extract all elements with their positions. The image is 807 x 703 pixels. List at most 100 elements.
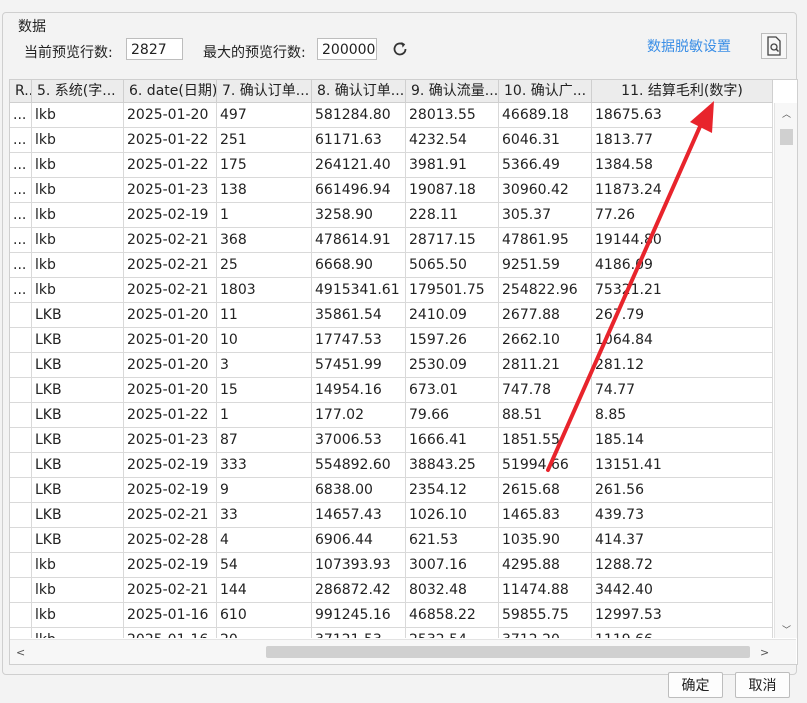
table-row[interactable]: ... lkb 2025-01-20 497 581284.80 28013.55 4668… (10, 103, 773, 128)
horizontal-scrollbar[interactable]: < > (10, 639, 796, 664)
table-cell[interactable]: 1666.41 (406, 428, 499, 452)
table-cell[interactable]: ... (10, 128, 32, 152)
table-cell[interactable]: 610 (217, 603, 312, 627)
table-row[interactable]: lkb 2025-02-19 54 107393.93 3007.16 4295.88 12… (10, 553, 773, 578)
table-cell[interactable]: 3442.40 (592, 578, 773, 602)
table-cell[interactable] (10, 578, 32, 602)
table-cell[interactable]: ... (10, 178, 32, 202)
table-cell[interactable]: 12997.53 (592, 603, 773, 627)
table-cell[interactable]: ... (10, 103, 32, 127)
table-cell[interactable]: 138 (217, 178, 312, 202)
table-cell[interactable] (10, 378, 32, 402)
table-cell[interactable]: 59855.75 (499, 603, 592, 627)
table-cell[interactable]: 261.56 (592, 478, 773, 502)
table-cell[interactable] (10, 353, 32, 377)
table-cell[interactable] (10, 503, 32, 527)
table-cell[interactable]: lkb (32, 228, 124, 252)
table-cell[interactable]: LKB (32, 428, 124, 452)
refresh-icon[interactable] (390, 39, 410, 59)
table-cell[interactable]: 3007.16 (406, 553, 499, 577)
table-cell[interactable]: 251 (217, 128, 312, 152)
table-cell[interactable]: 2025-01-22 (124, 153, 217, 177)
table-cell[interactable]: 10 (217, 328, 312, 352)
cancel-button[interactable]: 取消 (735, 672, 790, 698)
table-cell[interactable]: 2025-01-20 (124, 303, 217, 327)
scroll-down-icon[interactable]: ﹀ (782, 623, 791, 636)
table-cell[interactable]: 2530.09 (406, 353, 499, 377)
table-cell[interactable]: 79.66 (406, 403, 499, 427)
column-header[interactable]: 10. 确认广... (499, 80, 592, 102)
table-cell[interactable]: LKB (32, 403, 124, 427)
table-cell[interactable]: 2677.88 (499, 303, 592, 327)
table-cell[interactable]: 15 (217, 378, 312, 402)
table-cell[interactable]: LKB (32, 453, 124, 477)
table-cell[interactable]: lkb (32, 628, 124, 638)
table-cell[interactable]: 661496.94 (312, 178, 406, 202)
table-cell[interactable]: 4295.88 (499, 553, 592, 577)
table-cell[interactable] (10, 303, 32, 327)
table-cell[interactable] (10, 553, 32, 577)
table-row[interactable]: ... lkb 2025-02-21 368 478614.91 28717.15 4786… (10, 228, 773, 253)
table-row[interactable]: LKB 2025-01-20 11 35861.54 2410.09 2677.88 267… (10, 303, 773, 328)
table-cell[interactable]: 286872.42 (312, 578, 406, 602)
table-cell[interactable]: 2811.21 (499, 353, 592, 377)
table-cell[interactable]: 1026.10 (406, 503, 499, 527)
table-cell[interactable]: lkb (32, 603, 124, 627)
column-header[interactable]: 11. 结算毛利(数字) (592, 80, 773, 102)
table-cell[interactable]: 2025-01-20 (124, 328, 217, 352)
table-cell[interactable]: 1813.77 (592, 128, 773, 152)
table-cell[interactable]: 88.51 (499, 403, 592, 427)
table-cell[interactable]: 14954.16 (312, 378, 406, 402)
table-row[interactable]: ... lkb 2025-01-23 138 661496.94 19087.18 3096… (10, 178, 773, 203)
table-cell[interactable]: 175 (217, 153, 312, 177)
table-cell[interactable]: 2662.10 (499, 328, 592, 352)
table-row[interactable]: ... lkb 2025-02-21 1803 4915341.61 179501.75 2… (10, 278, 773, 303)
table-row[interactable]: lkb2025-01-162037121.532532.543712.20111… (10, 628, 773, 638)
table-cell[interactable]: 37121.53 (312, 628, 406, 638)
table-cell[interactable]: 4915341.61 (312, 278, 406, 302)
table-cell[interactable]: 28717.15 (406, 228, 499, 252)
table-cell[interactable]: 17747.53 (312, 328, 406, 352)
table-cell[interactable]: 20 (217, 628, 312, 638)
table-row[interactable]: LKB 2025-01-23 87 37006.53 1666.41 1851.55 185… (10, 428, 773, 453)
table-cell[interactable]: 2025-01-22 (124, 403, 217, 427)
table-cell[interactable]: 18675.63 (592, 103, 773, 127)
table-row[interactable]: LKB 2025-01-22 1 177.02 79.66 88.51 8.85 (10, 403, 773, 428)
table-cell[interactable]: LKB (32, 528, 124, 552)
table-cell[interactable]: 254822.96 (499, 278, 592, 302)
table-cell[interactable]: LKB (32, 378, 124, 402)
table-cell[interactable]: 2025-02-21 (124, 278, 217, 302)
table-cell[interactable]: 554892.60 (312, 453, 406, 477)
column-header[interactable]: R... (10, 80, 32, 102)
table-row[interactable]: ... lkb 2025-01-22 175 264121.40 3981.91 5366.… (10, 153, 773, 178)
table-cell[interactable]: 1288.72 (592, 553, 773, 577)
table-cell[interactable]: 2354.12 (406, 478, 499, 502)
table-cell[interactable]: 2025-02-19 (124, 478, 217, 502)
table-cell[interactable]: 9251.59 (499, 253, 592, 277)
table-cell[interactable]: 478614.91 (312, 228, 406, 252)
table-cell[interactable]: 46689.18 (499, 103, 592, 127)
table-cell[interactable]: 4186.09 (592, 253, 773, 277)
table-cell[interactable]: lkb (32, 553, 124, 577)
table-row[interactable]: LKB 2025-02-21 33 14657.43 1026.10 1465.83 439… (10, 503, 773, 528)
table-cell[interactable]: 6838.00 (312, 478, 406, 502)
table-cell[interactable]: 1035.90 (499, 528, 592, 552)
table-cell[interactable]: 46858.22 (406, 603, 499, 627)
table-cell[interactable]: 497 (217, 103, 312, 127)
current-rows-field[interactable]: 2827 (126, 38, 183, 60)
table-cell[interactable]: 47861.95 (499, 228, 592, 252)
table-cell[interactable]: LKB (32, 328, 124, 352)
table-cell[interactable]: LKB (32, 303, 124, 327)
table-cell[interactable]: lkb (32, 578, 124, 602)
table-cell[interactable]: 368 (217, 228, 312, 252)
column-header[interactable]: 7. 确认订单... (217, 80, 312, 102)
table-cell[interactable]: 19144.80 (592, 228, 773, 252)
table-cell[interactable]: 28013.55 (406, 103, 499, 127)
table-cell[interactable]: lkb (32, 253, 124, 277)
mask-settings-link[interactable]: 数据脱敏设置 (647, 36, 731, 56)
table-cell[interactable]: 1465.83 (499, 503, 592, 527)
column-header[interactable]: 6. date(日期) (124, 80, 217, 102)
table-row[interactable]: LKB 2025-02-28 4 6906.44 621.53 1035.90 414.37 (10, 528, 773, 553)
table-cell[interactable]: 2025-02-19 (124, 553, 217, 577)
ok-button[interactable]: 确定 (668, 672, 723, 698)
